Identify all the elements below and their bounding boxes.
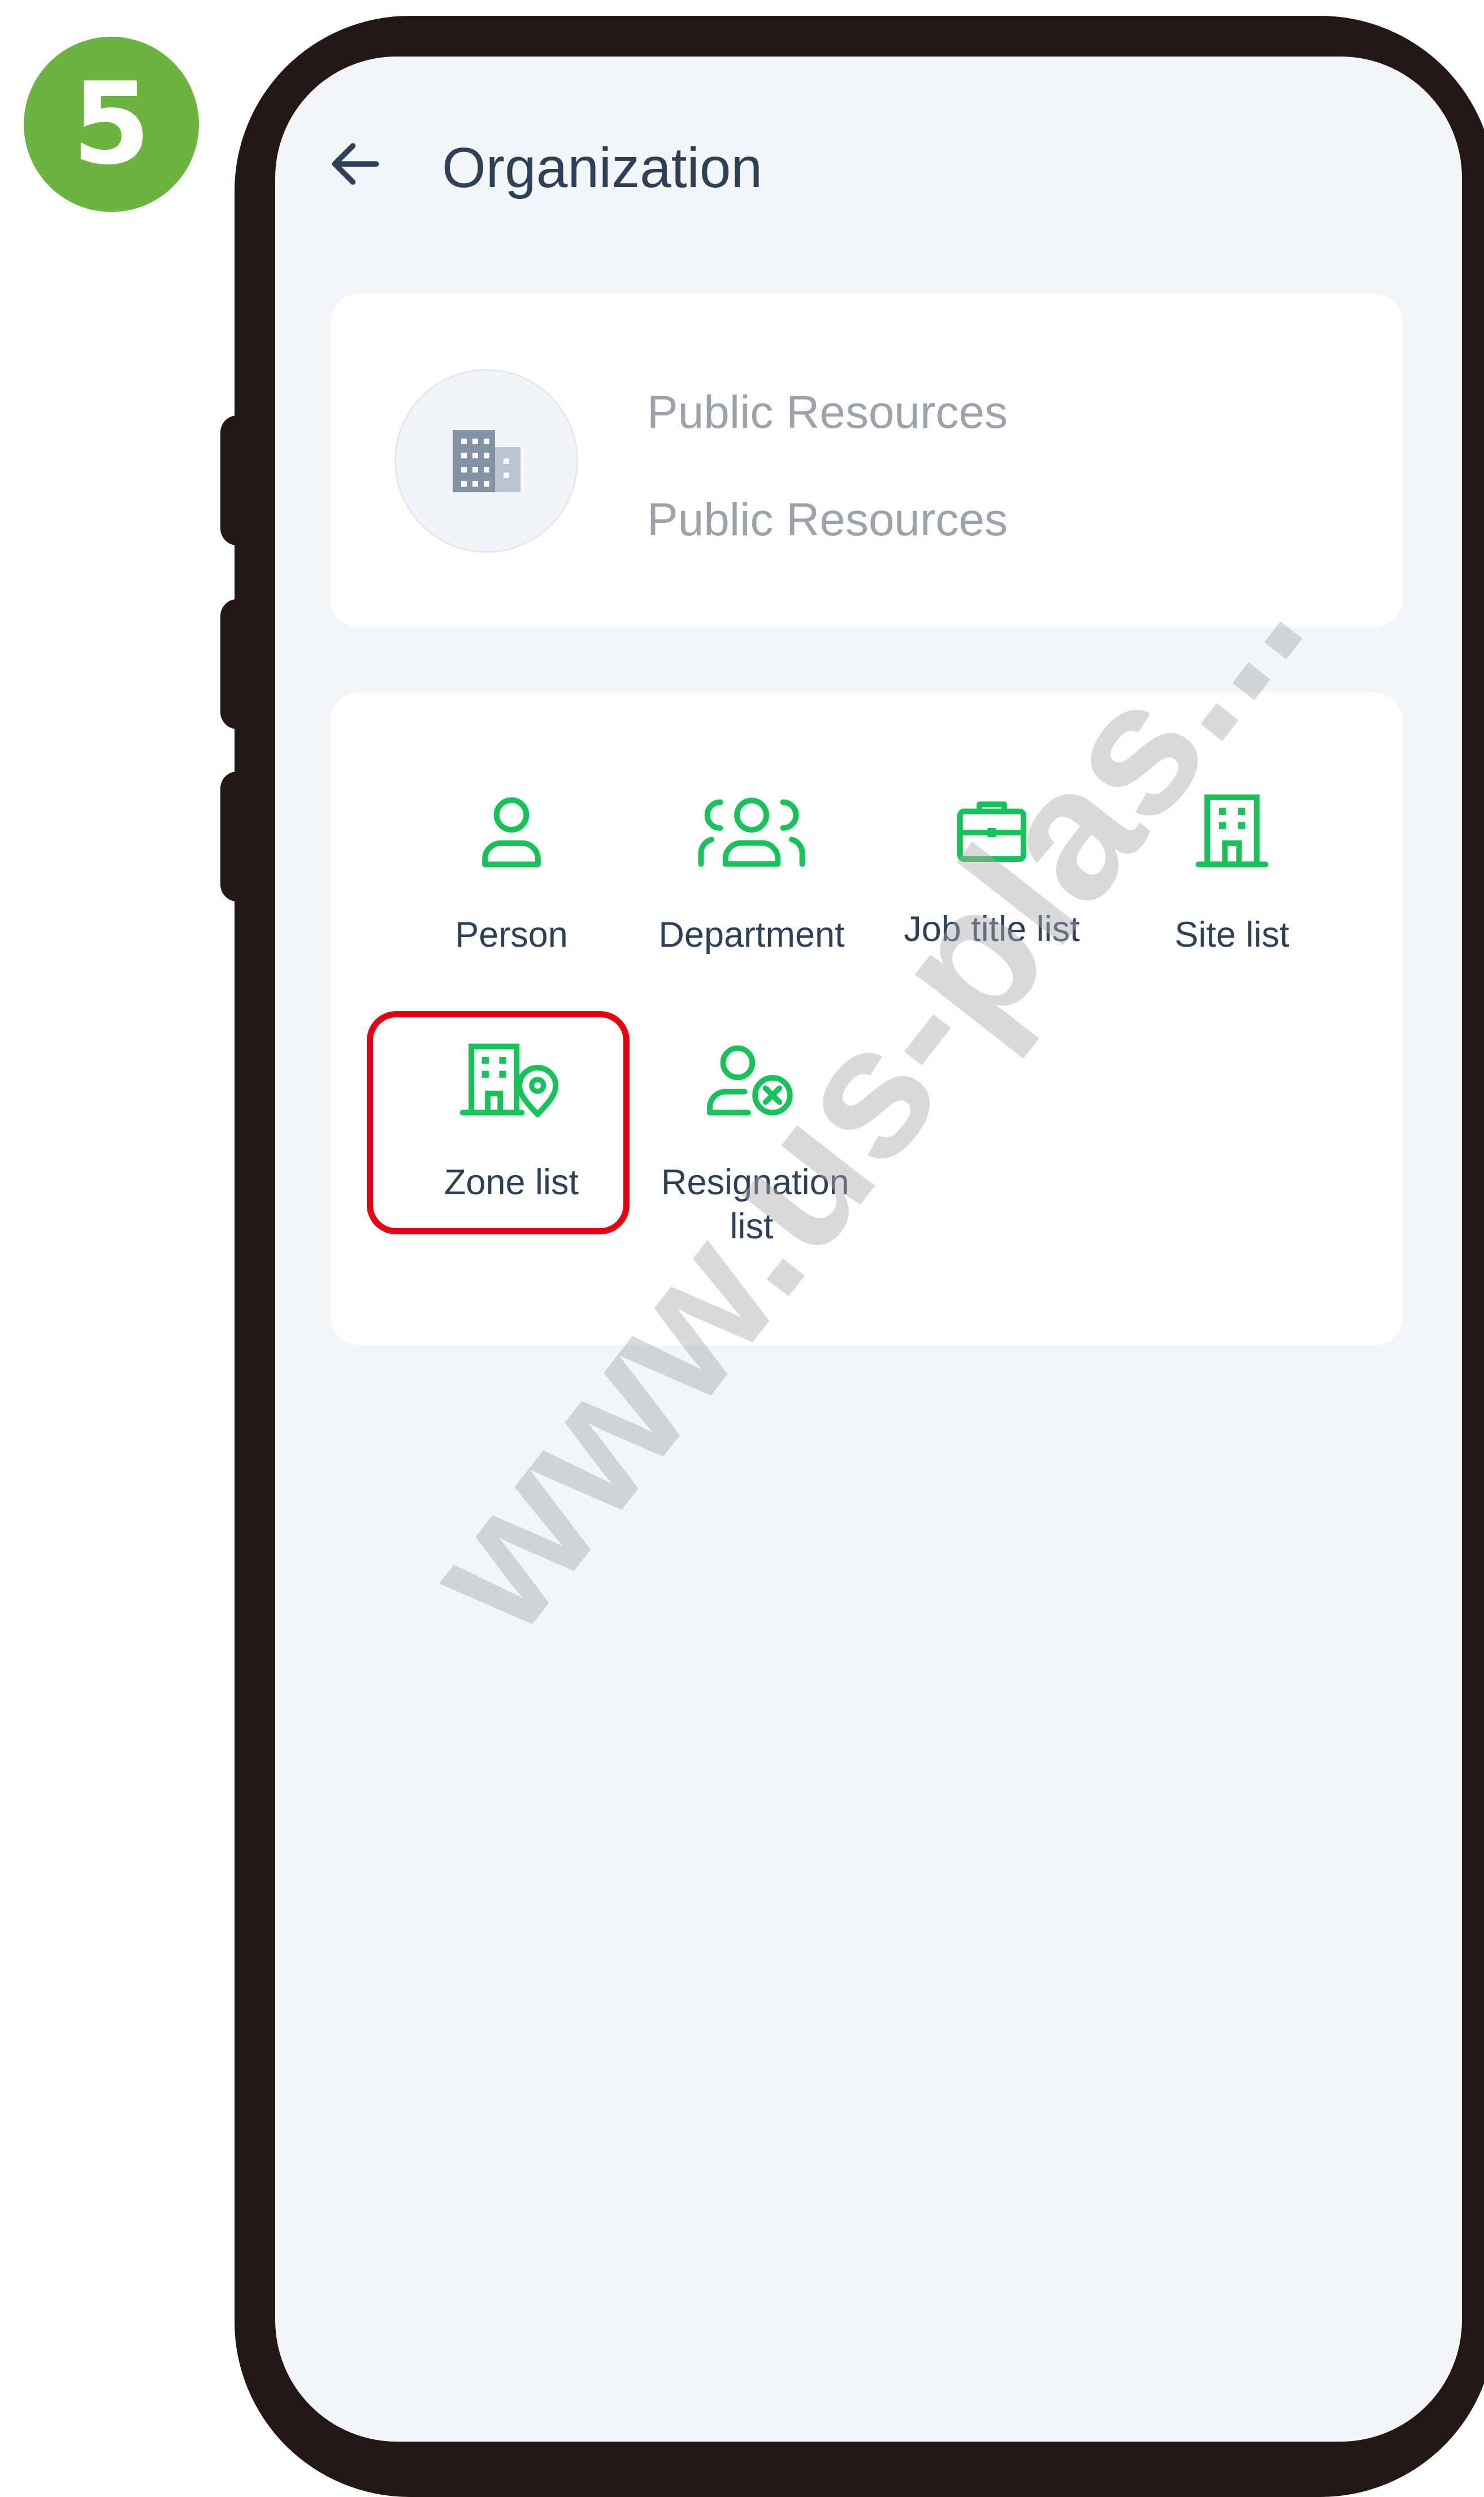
- menu-item-label: Site list: [1174, 915, 1290, 955]
- briefcase-icon: [957, 801, 1027, 862]
- menu-item-label: Job title list: [904, 909, 1080, 949]
- page-title: Organization: [442, 136, 762, 200]
- menu-item-person[interactable]: Person: [393, 788, 630, 964]
- menu-item-resignation-list[interactable]: Resignation list: [633, 1037, 870, 1258]
- organization-avatar: [394, 369, 578, 553]
- menu-item-site-list[interactable]: Site list: [1113, 788, 1351, 964]
- menu-item-label: Person: [455, 915, 568, 955]
- menu-item-label: Department: [658, 915, 845, 955]
- phone-screen: Organization Public Resources Public Res…: [275, 57, 1462, 2442]
- organization-subtitle: Public Resources: [647, 494, 1008, 545]
- building-icon: [452, 430, 520, 492]
- person-icon: [482, 797, 541, 868]
- zone-list-highlight: [367, 1011, 630, 1234]
- menu-item-department[interactable]: Department: [633, 788, 870, 964]
- group-icon: [698, 797, 805, 867]
- back-button[interactable]: [322, 130, 389, 198]
- menu-item-label: Resignation list: [661, 1163, 849, 1246]
- arrow-left-icon: [332, 143, 379, 185]
- menu-item-job-title-list[interactable]: Job title list: [873, 788, 1110, 964]
- step-number-badge: 5: [24, 37, 199, 212]
- step-number: 5: [72, 58, 151, 190]
- organization-name: Public Resources: [647, 387, 1008, 438]
- person-remove-icon: [707, 1045, 793, 1116]
- building-icon: [1195, 794, 1269, 868]
- organization-card[interactable]: Public Resources Public Resources: [331, 294, 1403, 627]
